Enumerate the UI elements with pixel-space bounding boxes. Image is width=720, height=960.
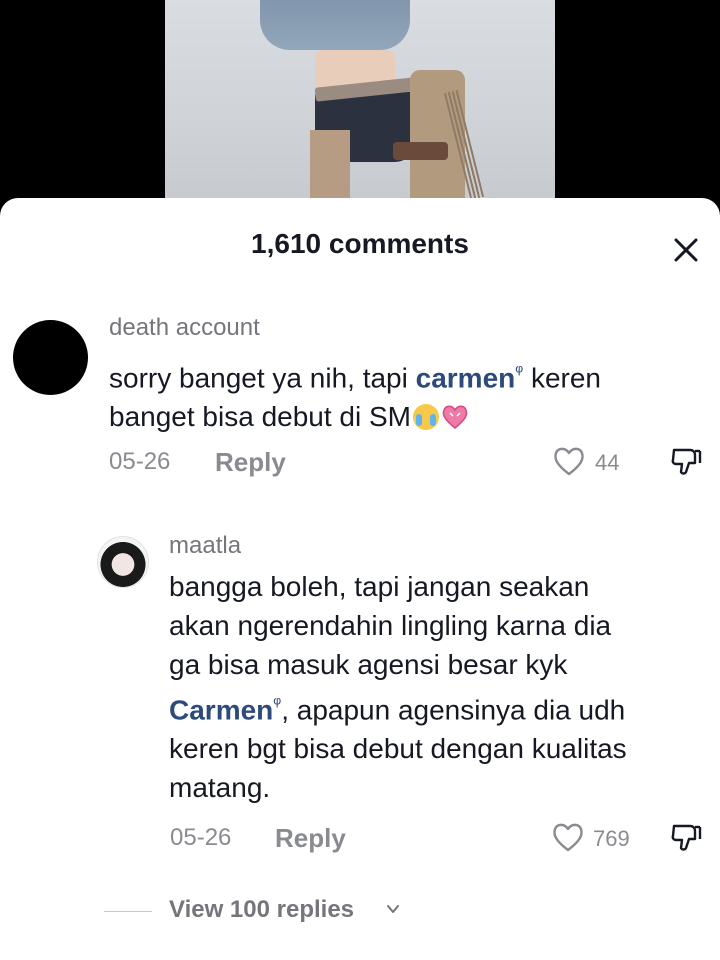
comment-text-line: matang. bbox=[169, 772, 271, 804]
comment-text-part: keren bbox=[523, 362, 601, 394]
video-figure-chaps-left bbox=[310, 130, 350, 205]
comments-header: 1,610 comments bbox=[0, 198, 720, 293]
like-button[interactable] bbox=[551, 444, 587, 478]
like-button[interactable] bbox=[550, 820, 586, 854]
search-icon: ᵠ bbox=[273, 693, 282, 713]
video-figure-jacket bbox=[260, 0, 410, 50]
comment-date: 05-26 bbox=[109, 448, 171, 475]
search-icon: ᵠ bbox=[515, 361, 524, 381]
divider bbox=[104, 911, 152, 912]
comments-count-title: 1,610 comments bbox=[251, 228, 469, 259]
comment-text-part: banget bisa debut di SM bbox=[109, 401, 411, 433]
thumbs-down-icon bbox=[671, 448, 702, 475]
view-replies-label: View 100 replies bbox=[169, 896, 355, 923]
heart-outline-icon bbox=[553, 823, 583, 852]
comment-meta: 05-26 Reply 769 bbox=[0, 818, 720, 858]
chevron-down-icon bbox=[384, 900, 402, 918]
like-count: 769 bbox=[593, 826, 630, 851]
avatar[interactable] bbox=[97, 536, 149, 588]
reply-button[interactable]: Reply bbox=[215, 447, 286, 478]
comment-text-line: bangga boleh, tapi jangan seakan bbox=[169, 571, 590, 602]
comment-text: sorry banget ya nih, tapi carmenᵠ keren b… bbox=[109, 352, 709, 436]
comment-text-line: ga bisa masuk agensi besar kyk bbox=[169, 649, 568, 680]
mention-link[interactable]: carmen bbox=[416, 362, 516, 393]
thumbs-down-icon bbox=[671, 824, 702, 851]
close-icon bbox=[674, 238, 698, 262]
dislike-button[interactable] bbox=[666, 442, 704, 480]
reply-button[interactable]: Reply bbox=[275, 823, 346, 854]
avatar[interactable] bbox=[13, 320, 88, 395]
close-button[interactable] bbox=[668, 232, 704, 268]
video-figure-pocket bbox=[393, 142, 448, 160]
mention-link[interactable]: Carmen bbox=[169, 694, 273, 725]
like-count: 44 bbox=[595, 450, 620, 475]
comment-text: bangga boleh, tapi jangan seakan akan nge… bbox=[169, 567, 709, 807]
heart-outline-icon bbox=[554, 447, 584, 476]
video-frame bbox=[165, 0, 555, 205]
comment-username[interactable]: maatla bbox=[169, 532, 241, 560]
comment-text-part: sorry banget ya nih, tapi bbox=[109, 362, 416, 394]
video-preview[interactable] bbox=[0, 0, 720, 205]
comment-text-part: , apapun agensinya dia udh bbox=[281, 694, 626, 726]
growing-heart-icon bbox=[441, 404, 469, 430]
comment-text-line: akan ngerendahin lingling karna dia bbox=[169, 610, 612, 641]
comments-sheet: 1,610 comments death account sorry bange… bbox=[0, 198, 720, 960]
comment-meta: 05-26 Reply 44 bbox=[0, 442, 720, 482]
loudly-crying-face-icon bbox=[412, 404, 439, 431]
comment-text-line: keren bgt bisa debut dengan kualitas bbox=[169, 733, 627, 765]
comment-username[interactable]: death account bbox=[109, 314, 260, 342]
comment-date: 05-26 bbox=[170, 824, 232, 851]
dislike-button[interactable] bbox=[666, 818, 704, 856]
